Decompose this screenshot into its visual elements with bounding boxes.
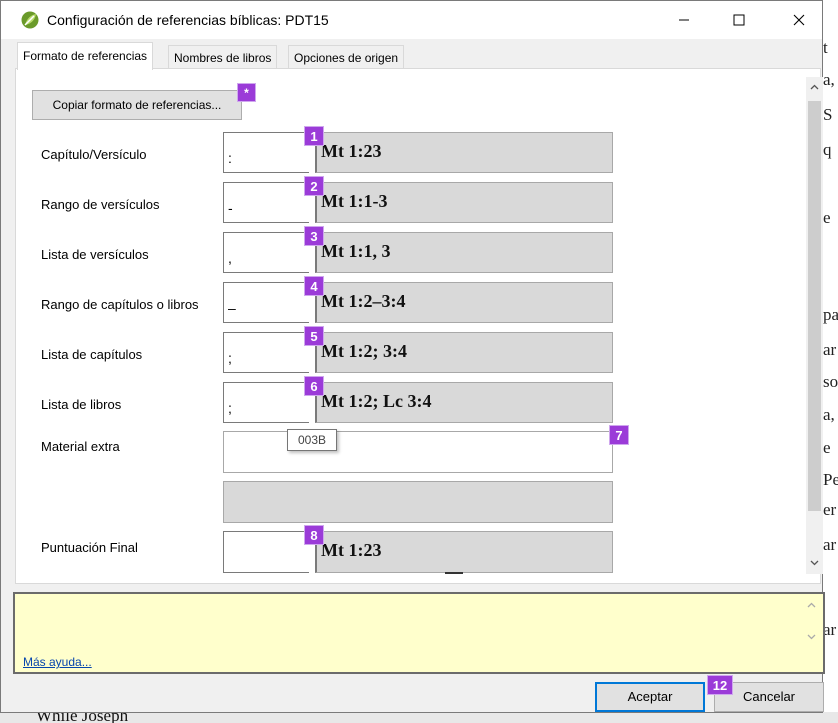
chapter-verse-preview: Mt 1:23 [315, 132, 613, 173]
book-list-separator-input[interactable]: ; [223, 382, 309, 423]
minimize-icon [679, 19, 689, 21]
bg-right-text: q [823, 140, 832, 159]
scroll-up-button[interactable] [808, 79, 821, 95]
accept-button[interactable]: Aceptar [595, 682, 705, 712]
annotation-badge: 2 [304, 176, 324, 196]
chapter-list-label: Lista de capítulos [41, 347, 143, 362]
verse-list-separator-input[interactable]: , [223, 232, 309, 273]
verse-list-preview: Mt 1:1, 3 [315, 232, 613, 273]
extra-material-label: Material extra [41, 439, 120, 454]
more-help-link[interactable]: Más ayuda... [23, 655, 92, 669]
chapter-list-preview: Mt 1:2; 3:4 [315, 332, 613, 373]
annotation-badge: 4 [304, 276, 324, 296]
copy-reference-format-button[interactable]: Copiar formato de referencias... [32, 90, 242, 120]
book-list-label: Lista de libros [41, 397, 122, 412]
bg-right-text: e [823, 208, 831, 227]
close-icon [793, 14, 805, 26]
annotation-badge: 6 [304, 376, 324, 396]
chevron-up-icon [810, 84, 819, 90]
minimize-button[interactable] [661, 1, 707, 39]
annotation-badge: 5 [304, 326, 324, 346]
chevron-down-icon [810, 560, 819, 566]
resize-grip[interactable] [445, 572, 463, 574]
chapter-verse-separator-input[interactable]: : [223, 132, 309, 173]
annotation-badge: * [237, 83, 256, 102]
final-punctuation-preview: Mt 1:23 [315, 531, 613, 573]
bg-right-text: a, [823, 405, 835, 424]
bg-right-text: e [823, 438, 831, 457]
bg-right-text: er [823, 500, 837, 519]
annotation-badge: 7 [609, 425, 629, 445]
bg-right-text: t [823, 38, 828, 57]
chapter-list-separator-input[interactable]: ; [223, 332, 309, 373]
chapter-book-range-preview: Mt 1:2–3:4 [315, 282, 613, 323]
annotation-badge: 8 [304, 525, 324, 545]
reference-settings-dialog: Configuración de referencias bíblicas: P… [0, 0, 825, 713]
vertical-scrollbar[interactable] [806, 77, 823, 574]
close-button[interactable] [776, 1, 822, 39]
extra-material-preview [223, 481, 613, 523]
extra-material-input[interactable] [223, 431, 613, 473]
title-bar[interactable]: Configuración de referencias bíblicas: P… [1, 1, 822, 39]
bg-right-text: Pe [823, 470, 838, 489]
bg-right-text: so [823, 372, 838, 391]
bg-right-text: ar [823, 535, 837, 554]
verse-range-preview: Mt 1:1-3 [315, 182, 613, 223]
verse-list-label: Lista de versículos [41, 247, 149, 262]
verse-range-separator-input[interactable]: - [223, 182, 309, 223]
bg-right-text: pa [823, 305, 838, 324]
annotation-badge: 3 [304, 226, 324, 246]
final-punctuation-label: Puntuación Final [41, 540, 138, 555]
bg-right-text: ar [823, 340, 837, 359]
chapter-book-range-separator-input[interactable]: – [223, 282, 309, 323]
bg-right-text: S [823, 105, 833, 124]
chapter-book-range-label: Rango de capítulos o libros [41, 297, 199, 312]
bg-right-text: ar [823, 620, 837, 639]
tab-reference-format[interactable]: Formato de referencias [17, 42, 154, 70]
chapter-verse-label: Capítulo/Versículo [41, 147, 147, 162]
app-leaf-icon [21, 11, 39, 29]
chevron-down-icon [807, 634, 816, 640]
help-scrollbar[interactable] [803, 596, 820, 648]
scrollbar-thumb[interactable] [808, 101, 821, 511]
window-title: Configuración de referencias bíblicas: P… [47, 12, 329, 28]
annotation-badge: 1 [304, 126, 324, 146]
help-panel: Más ayuda... [13, 592, 825, 674]
tab-source-options[interactable]: Opciones de origen [288, 45, 405, 69]
final-punctuation-input[interactable] [223, 531, 309, 573]
annotation-badge: 12 [707, 675, 733, 695]
maximize-button[interactable] [716, 1, 762, 39]
character-code-tooltip: 003B [287, 429, 337, 451]
book-list-preview: Mt 1:2; Lc 3:4 [315, 382, 613, 423]
scroll-down-button[interactable] [808, 555, 821, 571]
tab-book-names[interactable]: Nombres de libros [168, 45, 278, 69]
bg-right-text: a, [823, 70, 835, 89]
chevron-up-icon [807, 602, 816, 608]
maximize-icon [733, 14, 745, 26]
verse-range-label: Rango de versículos [41, 197, 160, 212]
